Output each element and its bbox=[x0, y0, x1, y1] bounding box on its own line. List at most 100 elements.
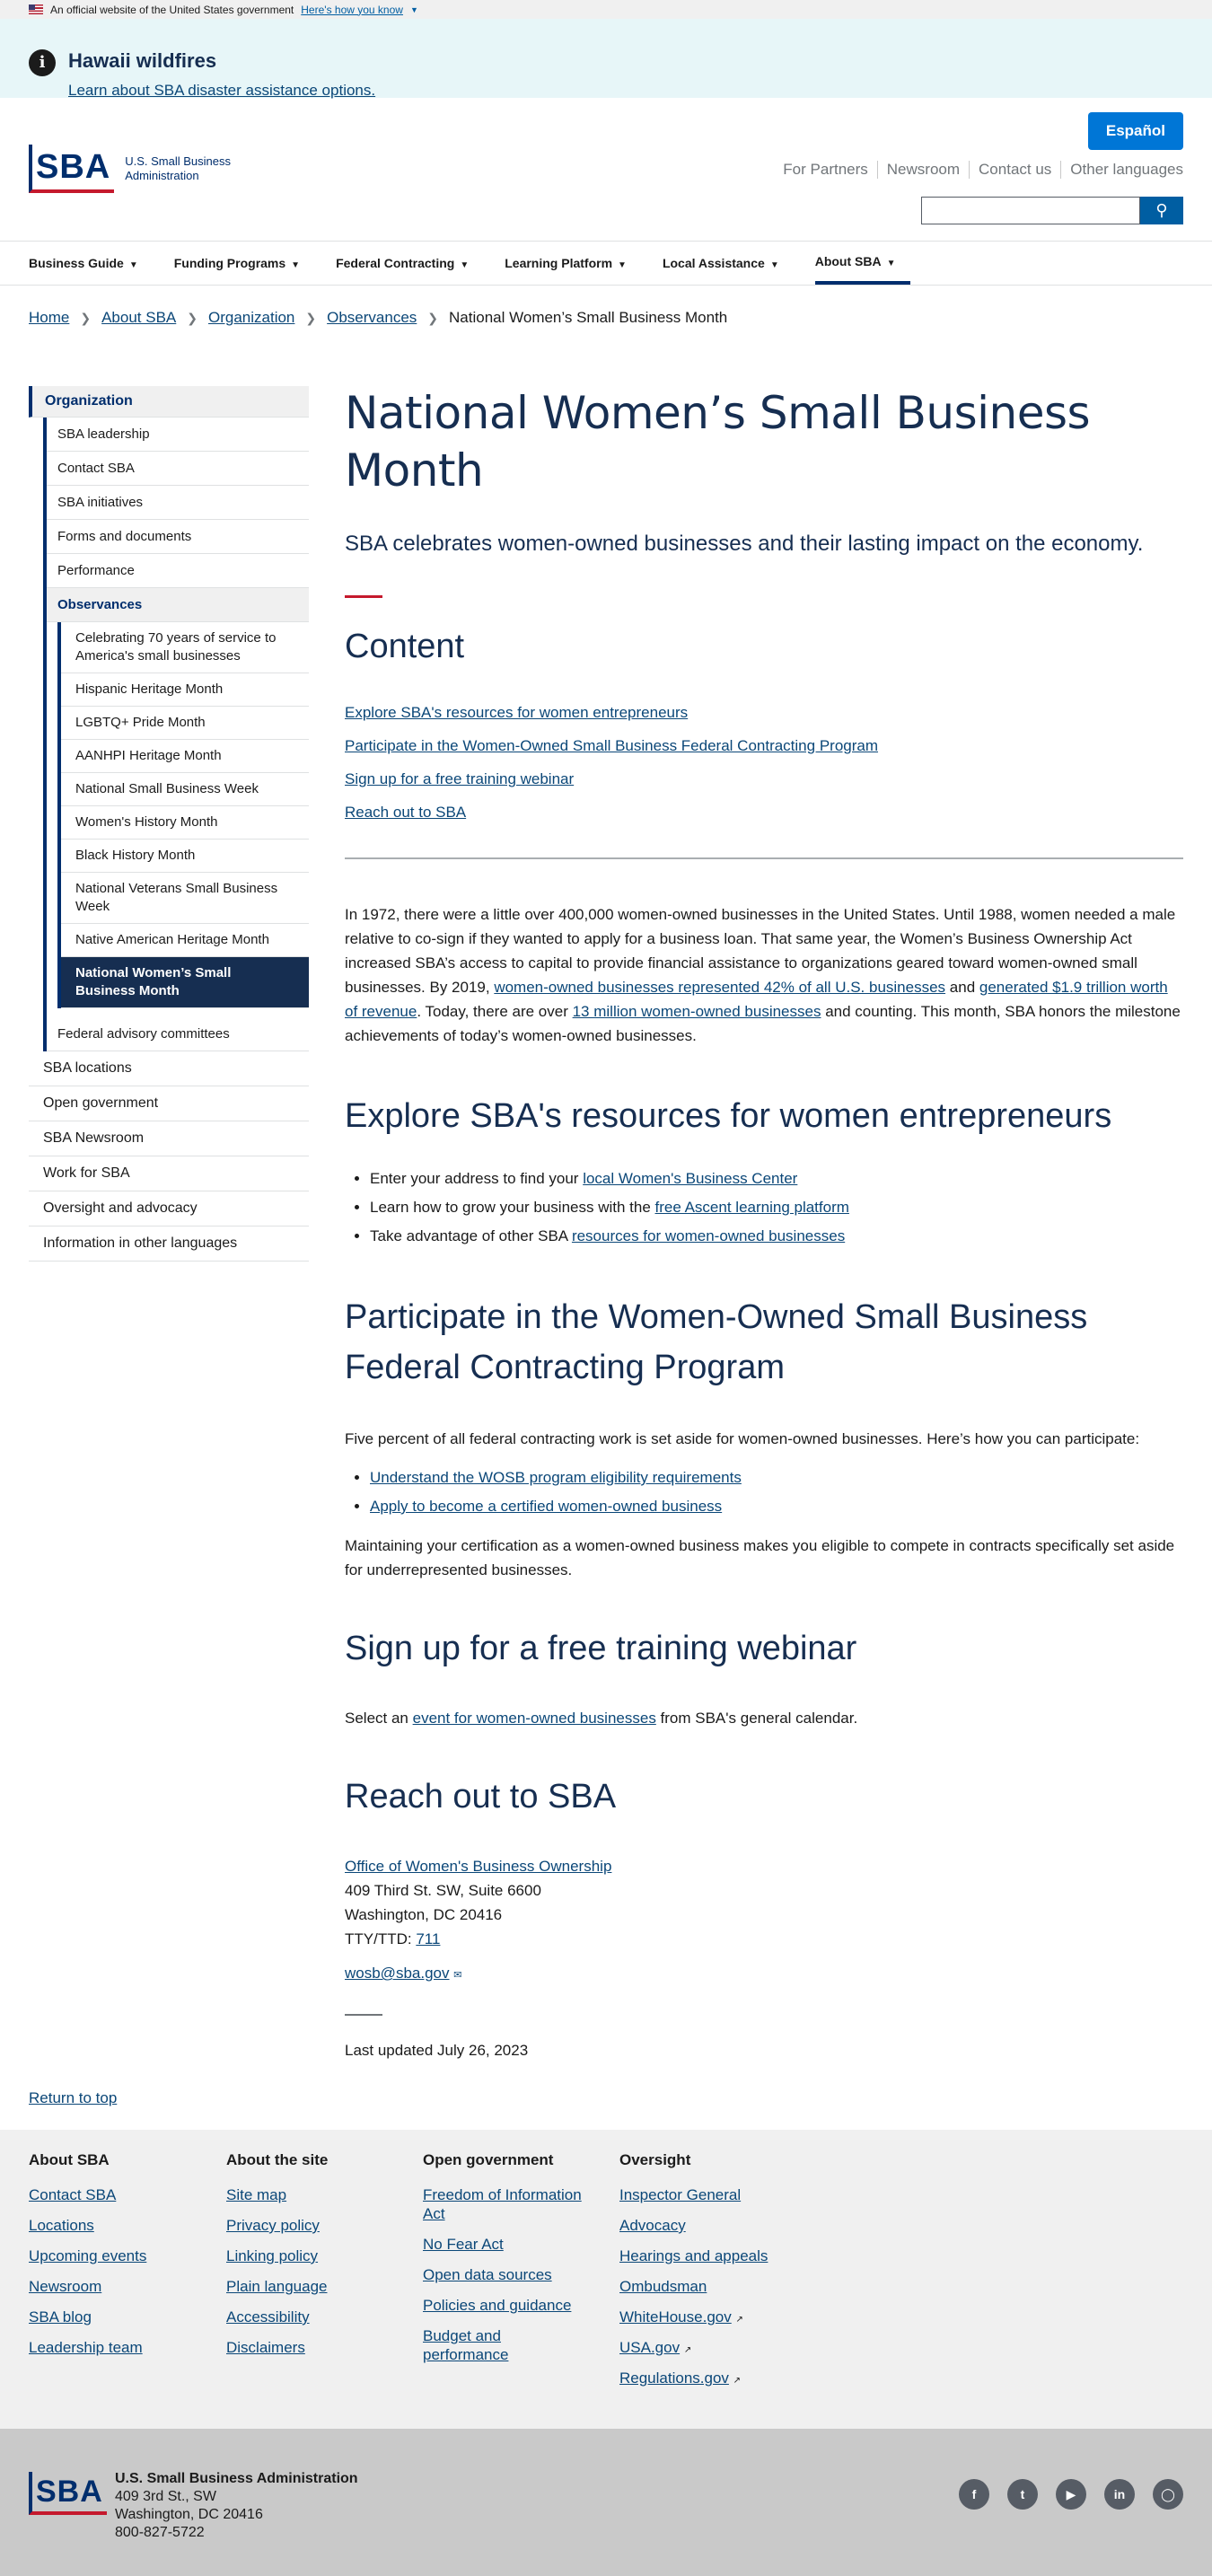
sba-logo[interactable]: SBA U.S. Small Business Administration bbox=[29, 145, 231, 193]
sidenav-subitem[interactable]: Hispanic Heritage Month bbox=[61, 673, 309, 707]
inline-link[interactable]: resources for women-owned businesses bbox=[572, 1227, 845, 1244]
footer-ext-link[interactable]: Regulations.gov ↗ bbox=[619, 2369, 799, 2387]
sidenav-item[interactable]: SBA Newsroom bbox=[29, 1121, 309, 1156]
sidenav-subitem[interactable]: Celebrating 70 years of service to Ameri… bbox=[61, 622, 309, 673]
footer-link[interactable]: Privacy policy bbox=[226, 2216, 406, 2235]
toc-link[interactable]: Explore SBA's resources for women entrep… bbox=[345, 704, 1183, 722]
footer-link[interactable]: WhiteHouse.gov bbox=[619, 2308, 732, 2325]
footer-link[interactable]: Contact SBA bbox=[29, 2185, 208, 2204]
sidenav-item[interactable]: SBA locations bbox=[29, 1051, 309, 1086]
footer-link[interactable]: SBA blog bbox=[29, 2308, 208, 2326]
sidenav-item[interactable]: Contact SBA bbox=[47, 452, 309, 486]
sidenav-item[interactable]: Performance bbox=[47, 554, 309, 588]
nav-business-guide[interactable]: Business Guide ▼ bbox=[29, 242, 153, 285]
breadcrumb-organization[interactable]: Organization bbox=[208, 309, 294, 327]
espanol-button[interactable]: Español bbox=[1087, 112, 1183, 150]
sidenav-item[interactable]: Work for SBA bbox=[29, 1156, 309, 1191]
inline-link[interactable]: Apply to become a certified women-owned … bbox=[370, 1498, 722, 1515]
nav-learning-platform[interactable]: Learning Platform ▼ bbox=[505, 242, 641, 285]
footer-link[interactable]: Locations bbox=[29, 2216, 208, 2235]
footer-link[interactable]: Ombudsman bbox=[619, 2277, 799, 2296]
search-input[interactable] bbox=[921, 197, 1140, 224]
nav-funding-programs[interactable]: Funding Programs ▼ bbox=[174, 242, 314, 285]
return-to-top-link[interactable]: Return to top bbox=[29, 2089, 117, 2107]
footer-link[interactable]: Plain language bbox=[226, 2277, 406, 2296]
toc-link[interactable]: Sign up for a free training webinar bbox=[345, 770, 1183, 788]
sidenav-item-observances[interactable]: Observances bbox=[47, 588, 309, 622]
footer-link[interactable]: Newsroom bbox=[29, 2277, 208, 2296]
footer-link[interactable]: Policies and guidance bbox=[423, 2296, 602, 2315]
sba-logo-mark: SBA bbox=[29, 2472, 107, 2515]
sba-footer-logo[interactable]: SBA bbox=[29, 2472, 107, 2515]
sidenav-subitem[interactable]: Women's History Month bbox=[61, 806, 309, 840]
breadcrumb-observances[interactable]: Observances bbox=[327, 309, 417, 327]
sidenav-item[interactable]: Information in other languages bbox=[29, 1226, 309, 1262]
nav-about-sba[interactable]: About SBA ▼ bbox=[814, 242, 910, 285]
last-updated: Last updated July 26, 2023 bbox=[345, 2042, 529, 2059]
footer-link[interactable]: Site map bbox=[226, 2185, 406, 2204]
footer-link[interactable]: No Fear Act bbox=[423, 2235, 602, 2254]
sidenav-item[interactable]: Open government bbox=[29, 1086, 309, 1121]
footer-ext-link[interactable]: WhiteHouse.gov ↗ bbox=[619, 2308, 799, 2326]
linkedin-icon[interactable]: in bbox=[1104, 2479, 1135, 2510]
nav-federal-contracting[interactable]: Federal Contracting ▼ bbox=[336, 242, 483, 285]
footer-link[interactable]: Accessibility bbox=[226, 2308, 406, 2326]
sidenav-subitem[interactable]: National Small Business Week bbox=[61, 773, 309, 806]
sidenav-subitem[interactable]: Native American Heritage Month bbox=[61, 924, 309, 957]
divider bbox=[345, 595, 382, 598]
org-address: Washington, DC 20416 bbox=[115, 2507, 263, 2522]
youtube-icon[interactable]: ▶ bbox=[1056, 2479, 1086, 2510]
sidenav-subitem-current[interactable]: National Women’s Small Business Month bbox=[61, 957, 309, 1008]
footer-link[interactable]: Linking policy bbox=[226, 2246, 406, 2265]
twitter-icon[interactable]: t bbox=[1007, 2479, 1038, 2510]
footer-link[interactable]: Regulations.gov bbox=[619, 2369, 729, 2387]
sidenav-item[interactable]: Forms and documents bbox=[47, 520, 309, 554]
footer-link[interactable]: Upcoming events bbox=[29, 2246, 208, 2265]
footer-link[interactable]: Hearings and appeals bbox=[619, 2246, 799, 2265]
inline-link[interactable]: local Women's Business Center bbox=[583, 1170, 797, 1187]
inline-link[interactable]: women-owned businesses represented 42% o… bbox=[494, 979, 945, 996]
email-link[interactable]: wosb@sba.gov bbox=[345, 1965, 450, 1982]
footer-link[interactable]: Budget and performance bbox=[423, 2326, 531, 2364]
facebook-icon[interactable]: f bbox=[959, 2479, 989, 2510]
util-link-partners[interactable]: For Partners bbox=[774, 161, 878, 179]
search-form: ⚲ bbox=[921, 197, 1183, 224]
sidenav-subitem[interactable]: AANHPI Heritage Month bbox=[61, 740, 309, 773]
sidenav-item[interactable]: Oversight and advocacy bbox=[29, 1191, 309, 1226]
footer-link[interactable]: Open data sources bbox=[423, 2265, 602, 2284]
inline-link[interactable]: event for women-owned businesses bbox=[413, 1710, 656, 1727]
footer-ext-link[interactable]: USA.gov ↗ bbox=[619, 2338, 799, 2357]
contracting-list: Understand the WOSB program eligibility … bbox=[370, 1464, 1183, 1521]
footer-link[interactable]: Freedom of Information Act bbox=[423, 2185, 602, 2223]
sidenav-subitem[interactable]: LGBTQ+ Pride Month bbox=[61, 707, 309, 740]
util-link-newsroom[interactable]: Newsroom bbox=[878, 161, 970, 179]
footer-link[interactable]: Leadership team bbox=[29, 2338, 208, 2357]
sidenav-item[interactable]: SBA leadership bbox=[47, 418, 309, 452]
sidenav-subitem[interactable]: National Veterans Small Business Week bbox=[61, 873, 309, 924]
nav-local-assistance[interactable]: Local Assistance ▼ bbox=[663, 242, 794, 285]
footer-link[interactable]: Disclaimers bbox=[226, 2338, 406, 2357]
sidenav-item[interactable]: Federal advisory committees bbox=[47, 1017, 309, 1051]
util-link-contact[interactable]: Contact us bbox=[970, 161, 1062, 179]
breadcrumb-about[interactable]: About SBA bbox=[101, 309, 176, 327]
inline-link[interactable]: Understand the WOSB program eligibility … bbox=[370, 1469, 742, 1486]
inline-link[interactable]: 13 million women-owned businesses bbox=[573, 1003, 821, 1020]
sidenav-subitem[interactable]: Black History Month bbox=[61, 840, 309, 873]
inline-link[interactable]: free Ascent learning platform bbox=[655, 1199, 849, 1216]
search-button[interactable]: ⚲ bbox=[1140, 197, 1183, 224]
toc-link[interactable]: Reach out to SBA bbox=[345, 804, 1183, 822]
sidenav-item[interactable]: SBA initiatives bbox=[47, 486, 309, 520]
office-link[interactable]: Office of Women's Business Ownership bbox=[345, 1858, 611, 1875]
footer-link[interactable]: Advocacy bbox=[619, 2216, 799, 2235]
tty-link[interactable]: 711 bbox=[416, 1930, 440, 1947]
footer-link[interactable]: Inspector General bbox=[619, 2185, 799, 2204]
nav-label: About SBA bbox=[814, 254, 882, 268]
heres-how-you-know-link[interactable]: Here's how you know bbox=[301, 4, 403, 16]
alert-link[interactable]: Learn about SBA disaster assistance opti… bbox=[68, 82, 375, 100]
util-link-languages[interactable]: Other languages bbox=[1061, 161, 1183, 179]
toc-link[interactable]: Participate in the Women-Owned Small Bus… bbox=[345, 737, 1183, 755]
breadcrumb-home[interactable]: Home bbox=[29, 309, 69, 327]
footer-link[interactable]: USA.gov bbox=[619, 2339, 680, 2356]
instagram-icon[interactable]: ◯ bbox=[1153, 2479, 1183, 2510]
sidenav-organization[interactable]: Organization bbox=[29, 386, 309, 418]
